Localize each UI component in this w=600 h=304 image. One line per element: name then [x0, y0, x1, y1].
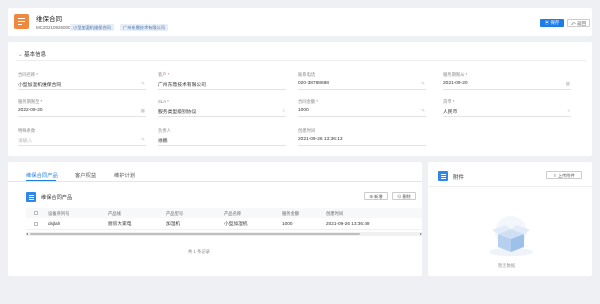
- column-header[interactable]: 产品型号: [166, 211, 183, 217]
- field-input[interactable]: 徐鹏: [158, 137, 286, 146]
- field-label: 合同金额*: [298, 99, 318, 104]
- required-marker: *: [40, 99, 43, 104]
- field-label: 联系电话: [298, 72, 316, 77]
- field-label: 创建时间: [298, 128, 316, 133]
- tab-customer-rights[interactable]: 客户权益: [75, 171, 96, 179]
- required-marker: *: [167, 72, 170, 77]
- field-label: 服务期限从*: [443, 72, 468, 77]
- field-value: 徐鹏: [158, 139, 168, 144]
- field-input[interactable]: 请输入 ✎: [18, 137, 146, 146]
- scrollbar-thumb[interactable]: [30, 232, 360, 236]
- cell-product-name: 小型加湿机: [224, 221, 248, 226]
- column-header[interactable]: 产品线: [108, 211, 121, 217]
- product-list-title: 维保合同产品: [41, 195, 73, 201]
- required-marker: *: [452, 99, 455, 104]
- field-label: SLA*: [158, 99, 169, 104]
- attachment-icon: [438, 171, 448, 181]
- field-value: 服务类型级别协议: [158, 110, 197, 115]
- field-value: 020-38788698: [298, 81, 329, 86]
- field-label: 合同名称*: [18, 72, 38, 77]
- field-input[interactable]: 小型加湿机维保合同 ✎: [18, 81, 146, 90]
- field-value: 2021-09-26 13:36:13: [298, 137, 343, 142]
- add-product-button[interactable]: ⊞ 新增: [364, 192, 388, 200]
- edit-icon[interactable]: ✎: [421, 81, 425, 87]
- required-marker: *: [167, 99, 169, 104]
- pagination-info: 共 1 条记录: [188, 249, 210, 254]
- required-marker: *: [36, 72, 38, 77]
- column-header[interactable]: 服务金额: [282, 211, 299, 217]
- contract-icon: [14, 14, 29, 29]
- field-input[interactable]: 1000 ✎: [298, 108, 426, 117]
- tab-contract-products[interactable]: 维保合同产品: [26, 171, 58, 179]
- cell-serial: dsjlah: [48, 221, 61, 226]
- attachments-panel: 附件 ⇪ 上传附件 暂无数据: [428, 162, 592, 276]
- contract-name-tag: 小型加湿机维保合同: [70, 24, 114, 31]
- back-button[interactable]: ⤺ 返回: [567, 19, 590, 27]
- horizontal-scrollbar[interactable]: ◂ ▸: [26, 231, 422, 236]
- scroll-left-icon[interactable]: ◂: [26, 231, 28, 236]
- field-input[interactable]: 服务类型级别协议 ⌕: [158, 108, 286, 117]
- field-input[interactable]: 020-38788698 ✎: [298, 81, 426, 90]
- calendar-icon[interactable]: ▦: [141, 108, 145, 114]
- column-header[interactable]: 产品名称: [224, 211, 241, 217]
- divider: [16, 60, 586, 61]
- page-header: 维保合同 MC202109260001 小型加湿机维保合同 广州东鼎技术有限公司…: [8, 8, 592, 36]
- cell-created-time: 2021-09-26 13:36:49: [326, 221, 370, 226]
- field-value: 2021-09-20: [443, 81, 468, 86]
- cell-model: 加湿机: [166, 221, 181, 226]
- field-value: 广州东鼎技术有限公司: [158, 83, 206, 88]
- empty-box-icon: [489, 216, 533, 256]
- cell-product-line: 厨房大家电: [108, 221, 132, 226]
- field-input[interactable]: 2022-09-20 ▦: [18, 108, 146, 117]
- field-label: 客户*: [158, 72, 170, 77]
- section-title[interactable]: ⌄ 基本信息: [18, 50, 46, 58]
- search-icon[interactable]: ⌕: [282, 108, 285, 113]
- column-header[interactable]: 创建时间: [326, 211, 343, 217]
- edit-icon[interactable]: ✎: [141, 137, 145, 143]
- contract-code: MC202109260001: [36, 25, 74, 30]
- upload-attachment-button[interactable]: ⇪ 上传附件: [546, 171, 582, 179]
- field-input[interactable]: 人民币 ⌕: [443, 108, 571, 117]
- calendar-icon[interactable]: ▦: [566, 81, 570, 87]
- select-all-checkbox[interactable]: [34, 211, 38, 215]
- required-marker: *: [465, 72, 468, 77]
- table-row[interactable]: dsjlah 厨房大家电 加湿机 小型加湿机 1000 2021-09-26 1…: [26, 218, 422, 230]
- list-icon: [26, 192, 36, 202]
- empty-state-text: 暂无数据: [498, 263, 516, 268]
- products-panel: 维保合同产品 客户权益 维护计划 维保合同产品 ⊞ 新增 ⊖ 删除 设备序列号 …: [8, 162, 422, 276]
- required-marker: *: [316, 99, 318, 104]
- field-label: 负责人: [158, 128, 171, 133]
- field-value: 小型加湿机维保合同: [18, 83, 62, 88]
- scroll-right-icon[interactable]: ▸: [420, 231, 422, 236]
- delete-product-button[interactable]: ⊖ 删除: [392, 192, 416, 200]
- tab-maintenance-plan[interactable]: 维护计划: [114, 171, 135, 179]
- edit-icon[interactable]: ✎: [141, 81, 145, 87]
- row-checkbox[interactable]: [34, 222, 38, 226]
- field-label: 服务期限至*: [18, 99, 43, 104]
- field-input[interactable]: 2021-09-20 ▦: [443, 81, 571, 90]
- field-input[interactable]: 2021-09-26 13:36:13: [298, 137, 426, 146]
- basic-info-section: ⌄ 基本信息 合同名称* 小型加湿机维保合同 ✎ 客户* 广州东鼎技术有限公司 联系电话 0…: [8, 42, 592, 156]
- field-value: 请输入: [18, 139, 33, 144]
- divider: [428, 186, 592, 187]
- customer-tag: 广州东鼎技术有限公司: [120, 24, 168, 31]
- page-title: 维保合同: [36, 16, 62, 23]
- cell-amount: 1000: [282, 221, 293, 226]
- table-header: 设备序列号 产品线 产品型号 产品名称 服务金额 创建时间: [26, 208, 422, 218]
- field-label: 货币*: [443, 99, 455, 104]
- field-label: 特殊条款: [18, 128, 36, 133]
- search-icon[interactable]: ⌕: [567, 108, 570, 113]
- attachments-title: 附件: [453, 175, 465, 181]
- save-button[interactable]: ▣ 保存: [540, 19, 564, 27]
- divider: [8, 181, 422, 182]
- field-value: 人民币: [443, 110, 458, 115]
- field-value: 1000: [298, 108, 309, 113]
- field-input[interactable]: 广州东鼎技术有限公司: [158, 81, 286, 90]
- edit-icon[interactable]: ✎: [421, 108, 425, 114]
- field-value: 2022-09-20: [18, 108, 43, 113]
- column-header[interactable]: 设备序列号: [48, 211, 69, 217]
